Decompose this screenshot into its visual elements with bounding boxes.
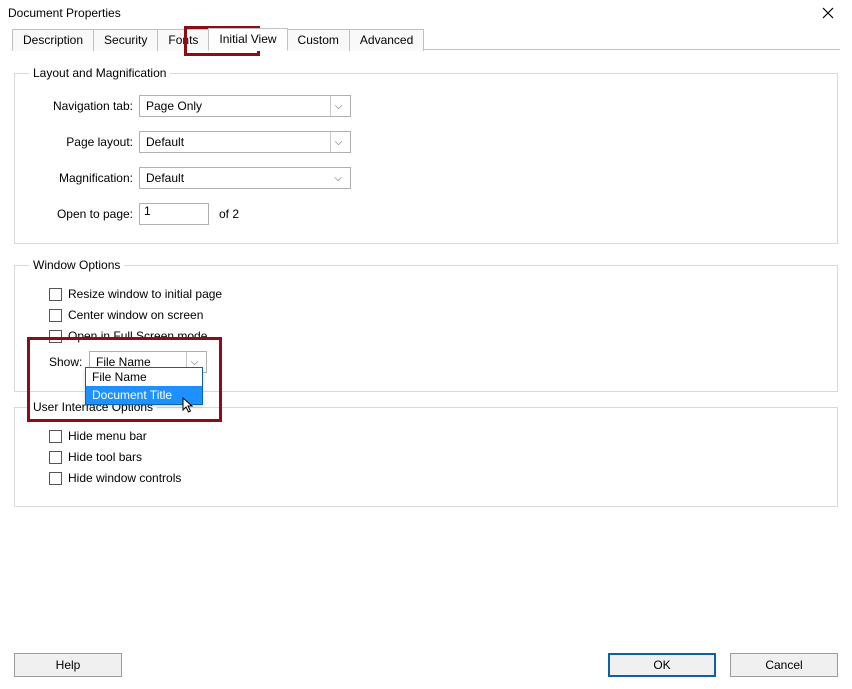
tab-initial-view[interactable]: Initial View bbox=[208, 28, 287, 51]
checkbox-icon bbox=[49, 330, 62, 343]
layout-legend: Layout and Magnification bbox=[29, 66, 170, 80]
checkbox-icon bbox=[49, 309, 62, 322]
magnification-label: Magnification: bbox=[29, 171, 139, 185]
resize-window-checkbox[interactable]: Resize window to initial page bbox=[49, 287, 823, 301]
tab-description[interactable]: Description bbox=[12, 29, 94, 51]
center-window-checkbox[interactable]: Center window on screen bbox=[49, 308, 823, 322]
chevron-down-icon: ⌵ bbox=[330, 173, 346, 184]
cancel-button[interactable]: Cancel bbox=[730, 653, 838, 677]
tab-fonts[interactable]: Fonts bbox=[157, 29, 209, 51]
checkbox-icon bbox=[49, 288, 62, 301]
hide-tool-bars-checkbox[interactable]: Hide tool bars bbox=[49, 450, 823, 464]
tab-security[interactable]: Security bbox=[93, 29, 158, 51]
layout-magnification-group: Layout and Magnification Navigation tab:… bbox=[14, 66, 838, 244]
show-dropdown-list[interactable]: File Name Document Title bbox=[85, 367, 203, 405]
tab-advanced[interactable]: Advanced bbox=[349, 29, 424, 51]
ui-options-group: User Interface Options Hide menu bar Hid… bbox=[14, 400, 838, 507]
help-button[interactable]: Help bbox=[14, 653, 122, 677]
hide-menu-bar-checkbox[interactable]: Hide menu bar bbox=[49, 429, 823, 443]
close-button[interactable] bbox=[812, 3, 844, 23]
hide-window-controls-checkbox[interactable]: Hide window controls bbox=[49, 471, 823, 485]
open-to-page-label: Open to page: bbox=[29, 207, 139, 221]
show-option-document-title[interactable]: Document Title bbox=[86, 386, 202, 404]
nav-tab-label: Navigation tab: bbox=[29, 99, 139, 113]
show-option-file-name[interactable]: File Name bbox=[86, 368, 202, 386]
chevron-down-icon: ⌵ bbox=[330, 132, 346, 152]
page-layout-label: Page layout: bbox=[29, 135, 139, 149]
checkbox-icon bbox=[49, 472, 62, 485]
fullscreen-checkbox[interactable]: Open in Full Screen mode bbox=[49, 329, 823, 343]
tab-strip: Description Security Fonts Initial View … bbox=[0, 24, 852, 50]
magnification-select[interactable]: Default ⌵ bbox=[139, 167, 351, 189]
checkbox-icon bbox=[49, 430, 62, 443]
open-to-page-input[interactable]: 1 bbox=[139, 203, 209, 225]
nav-tab-select[interactable]: Page Only ⌵ bbox=[139, 95, 351, 117]
checkbox-icon bbox=[49, 451, 62, 464]
show-label: Show: bbox=[49, 355, 89, 369]
tab-custom[interactable]: Custom bbox=[287, 29, 350, 51]
page-layout-select[interactable]: Default ⌵ bbox=[139, 131, 351, 153]
open-to-page-suffix: of 2 bbox=[219, 207, 239, 221]
ok-button[interactable]: OK bbox=[608, 653, 716, 677]
chevron-down-icon: ⌵ bbox=[330, 96, 346, 116]
window-options-legend: Window Options bbox=[29, 258, 124, 272]
window-title: Document Properties bbox=[8, 6, 121, 20]
